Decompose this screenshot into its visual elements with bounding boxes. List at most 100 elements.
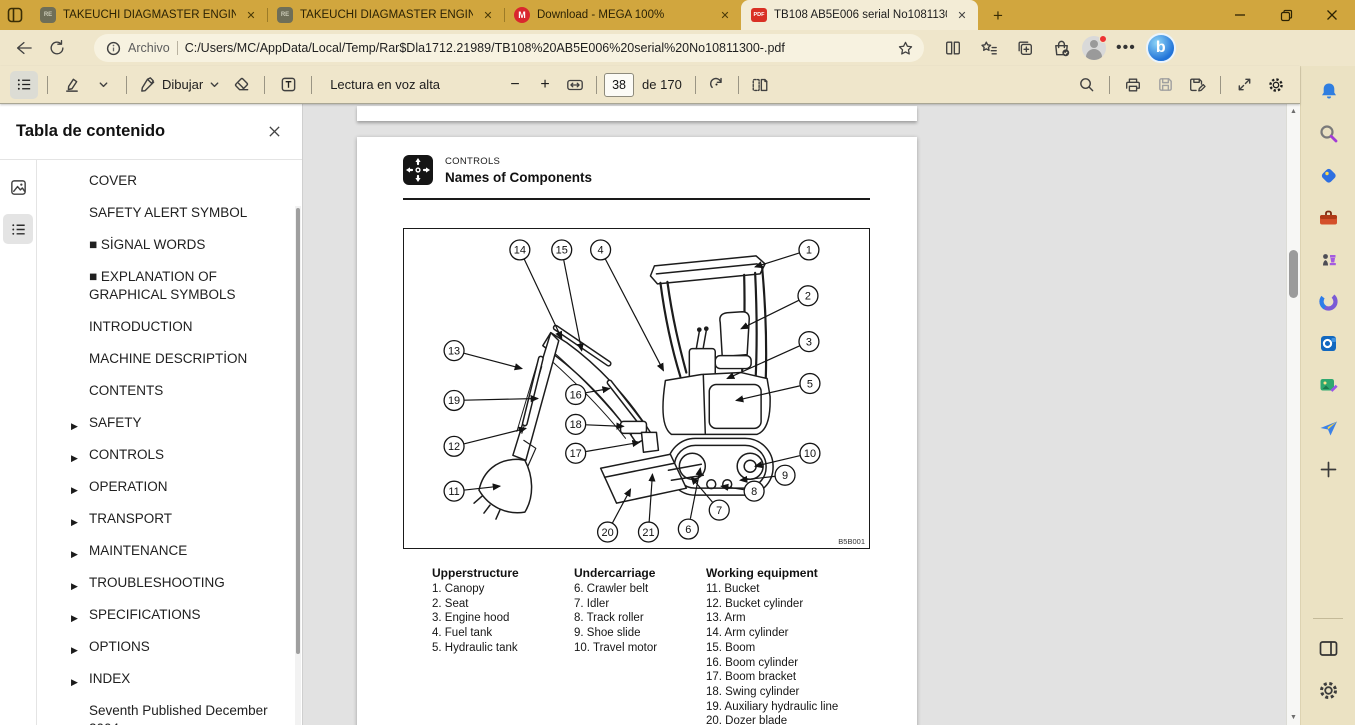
favorites-icon[interactable] (974, 34, 1004, 62)
more-menu-icon[interactable]: ••• (1112, 39, 1140, 57)
toc-item[interactable]: ▶MAINTENANCE (37, 542, 284, 560)
add-sidebar-item-icon[interactable] (1315, 456, 1341, 482)
restore-button[interactable] (1263, 0, 1309, 30)
sidebar-settings-icon[interactable] (1315, 677, 1341, 703)
microsoft-365-icon[interactable] (1315, 288, 1341, 314)
expand-arrow-icon[interactable]: ▶ (71, 673, 78, 691)
split-screen-icon[interactable] (938, 34, 968, 62)
expand-arrow-icon[interactable]: ▶ (71, 641, 78, 659)
browser-tab[interactable]: PDFTB108 AB5E006 serial No1081130✕ (741, 0, 978, 30)
tab-close-icon[interactable]: ✕ (954, 7, 970, 23)
tab-close-icon[interactable]: ✕ (243, 7, 259, 23)
page-view-icon[interactable] (746, 71, 774, 99)
expand-arrow-icon[interactable]: ▶ (71, 577, 78, 595)
toc-item[interactable]: CONTENTS (37, 382, 284, 400)
toc-item-label: SPECIFICATIONS (89, 607, 201, 622)
toc-item-label: OPERATION (89, 479, 168, 494)
expand-arrow-icon[interactable]: ▶ (71, 545, 78, 563)
expand-arrow-icon[interactable]: ▶ (71, 513, 78, 531)
shopping-tag-icon[interactable] (1315, 162, 1341, 188)
scroll-down-icon[interactable]: ▼ (1290, 710, 1297, 725)
toc-scrollbar-thumb[interactable] (296, 208, 300, 654)
search-icon[interactable] (1072, 71, 1100, 99)
sidebar-search-icon[interactable] (1315, 120, 1341, 146)
toc-item[interactable]: ▶SAFETY (37, 414, 284, 432)
refresh-icon[interactable] (42, 34, 72, 62)
expand-arrow-icon[interactable]: ▶ (71, 481, 78, 499)
expand-arrow-icon[interactable]: ▶ (71, 417, 78, 435)
toc-item[interactable]: SAFETY ALERT SYMBOL (37, 204, 284, 222)
text-tool-icon[interactable] (274, 71, 302, 99)
read-aloud-button[interactable]: Lectura en voz alta (321, 71, 449, 99)
minimize-button[interactable] (1217, 0, 1263, 30)
pdf-scrollbar-thumb[interactable] (1289, 250, 1298, 298)
notifications-bell-icon[interactable] (1315, 78, 1341, 104)
legend-item: 1. Canopy (432, 582, 574, 597)
split-panel-icon[interactable] (1315, 635, 1341, 661)
bing-copilot-icon[interactable]: b (1146, 33, 1176, 63)
drop-icon[interactable] (1315, 414, 1341, 440)
zoom-out-icon[interactable]: − (501, 71, 529, 99)
toc-close-icon[interactable] (260, 118, 288, 146)
toc-item[interactable]: ▶OPTIONS (37, 638, 284, 656)
workspaces-icon[interactable] (0, 0, 30, 30)
fullscreen-icon[interactable] (1230, 71, 1258, 99)
page-number-input[interactable] (604, 73, 634, 97)
close-window-button[interactable] (1309, 0, 1355, 30)
toc-item[interactable]: MACHINE DESCRIPTİON (37, 350, 284, 368)
rotate-icon[interactable] (703, 71, 731, 99)
expand-arrow-icon[interactable]: ▶ (71, 449, 78, 467)
new-tab-button[interactable]: + (984, 2, 1012, 30)
save-as-icon[interactable] (1183, 71, 1211, 99)
image-creator-icon[interactable] (1315, 372, 1341, 398)
thumbnails-icon[interactable] (3, 172, 33, 202)
expand-arrow-icon[interactable]: ▶ (71, 609, 78, 627)
toc-scrollbar[interactable] (295, 206, 301, 725)
save-icon[interactable] (1151, 71, 1179, 99)
tools-icon[interactable] (1315, 204, 1341, 230)
toc-item[interactable]: ■ SİGNAL WORDS (37, 236, 284, 254)
address-url[interactable]: C:/Users/MC/AppData/Local/Temp/Rar$Dla17… (185, 41, 890, 55)
outlook-icon[interactable] (1315, 330, 1341, 356)
settings-gear-icon[interactable] (1262, 71, 1290, 99)
favorite-star-icon[interactable] (897, 40, 914, 57)
toc-item[interactable]: Seventh Published December 2004 (37, 702, 284, 725)
browser-tab[interactable]: RETAKEUCHI DIAGMASTER ENGINE✕ (30, 0, 267, 30)
scroll-up-icon[interactable]: ▲ (1290, 104, 1297, 119)
tab-close-icon[interactable]: ✕ (480, 7, 496, 23)
zoom-in-icon[interactable]: + (531, 71, 559, 99)
toc-item[interactable]: INTRODUCTION (37, 318, 284, 336)
draw-button[interactable]: Dibujar (136, 71, 223, 99)
app-favicon: RE (40, 7, 56, 23)
games-icon[interactable] (1315, 246, 1341, 272)
toc-item[interactable]: ▶INDEX (37, 670, 284, 688)
toc-rail (0, 160, 37, 725)
toc-item[interactable]: ▶ OPERATION (37, 478, 284, 496)
toc-item[interactable]: ■ EXPLANATION OF GRAPHICAL SYMBOLS (37, 268, 284, 304)
info-icon[interactable] (106, 41, 121, 56)
eraser-icon[interactable] (227, 71, 255, 99)
highlighter-icon[interactable] (57, 71, 85, 99)
collections-icon[interactable] (1010, 34, 1040, 62)
outline-list-icon[interactable] (3, 214, 33, 244)
toc-item[interactable]: ▶TROUBLESHOOTING (37, 574, 284, 592)
shopping-icon[interactable] (1046, 34, 1076, 62)
legend-column-header: Working equipment (706, 566, 838, 580)
tab-close-icon[interactable]: ✕ (717, 7, 733, 23)
toc-item[interactable]: ▶ TRANSPORT (37, 510, 284, 528)
pdf-scrollbar[interactable]: ▲ ▼ (1286, 104, 1300, 725)
toc-item[interactable]: COVER (37, 172, 284, 190)
browser-tab[interactable]: RETAKEUCHI DIAGMASTER ENGINE✕ (267, 0, 504, 30)
address-bar[interactable]: Archivo C:/Users/MC/AppData/Local/Temp/R… (94, 34, 924, 62)
back-icon[interactable] (8, 34, 38, 62)
browser-tab[interactable]: MDownload - MEGA 100%✕ (504, 0, 741, 30)
highlighter-chevron-down-icon[interactable] (89, 71, 117, 99)
toc-item[interactable]: ▶CONTROLS (37, 446, 284, 464)
toc-item[interactable]: ▶ SPECIFICATIONS (37, 606, 284, 624)
fit-width-icon[interactable] (561, 71, 589, 99)
toc-item-label: TRANSPORT (89, 511, 172, 526)
toc-toggle-icon[interactable] (10, 71, 38, 99)
print-icon[interactable] (1119, 71, 1147, 99)
sidebar-divider (1313, 618, 1343, 619)
profile-avatar[interactable] (1082, 36, 1106, 60)
